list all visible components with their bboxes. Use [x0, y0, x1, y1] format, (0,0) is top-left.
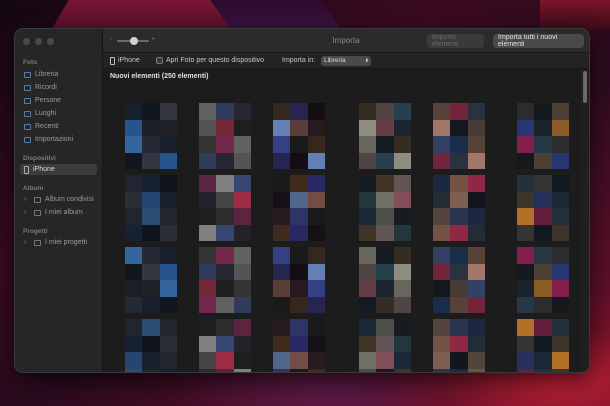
memories-icon — [24, 84, 31, 91]
sidebar-item-luoghi[interactable]: Luoghi — [20, 108, 97, 119]
scrollbar[interactable] — [581, 69, 589, 372]
photo-thumbnail[interactable] — [359, 247, 411, 313]
photo-thumbnail[interactable] — [359, 319, 411, 372]
folder-icon — [34, 196, 41, 203]
close-button[interactable] — [23, 38, 30, 45]
photo-thumbnail[interactable] — [273, 175, 325, 241]
photo-thumbnail[interactable] — [199, 175, 251, 241]
photo-thumbnail[interactable] — [273, 103, 325, 169]
sidebar-item-miei-album[interactable]: › I miei album — [20, 207, 97, 218]
sidebar-item-importazioni[interactable]: Importazioni — [20, 134, 97, 145]
photo-thumbnail[interactable] — [433, 247, 485, 313]
photo-thumbnail[interactable] — [517, 247, 569, 313]
sidebar-section-dispositivi: Dispositivi — [23, 155, 56, 162]
sidebar-item-label: Persone — [35, 97, 62, 104]
sidebar-item-label: Importazioni — [35, 136, 74, 143]
photo-thumbnail[interactable] — [359, 175, 411, 241]
import-content: Nuovi elementi (250 elementi) — [103, 69, 589, 372]
sidebar-item-label: Ricordi — [35, 84, 57, 91]
zoom-out-icon[interactable]: - — [110, 36, 112, 43]
chevron-right-icon[interactable]: › — [24, 209, 30, 216]
people-icon — [24, 97, 31, 104]
sidebar-section-album: Album — [23, 185, 44, 192]
sidebar-item-persone[interactable]: Persone — [20, 95, 97, 106]
thumbnail-grid — [103, 89, 581, 372]
sidebar-item-label: Recenti — [35, 123, 59, 130]
photo-thumbnail[interactable] — [125, 175, 177, 241]
library-icon — [24, 71, 31, 78]
sidebar-section-progetti: Progetti — [23, 228, 48, 235]
minimize-button[interactable] — [35, 38, 42, 45]
folder-icon — [34, 239, 41, 246]
photo-thumbnail[interactable] — [199, 103, 251, 169]
sidebar-item-label: Luoghi — [35, 110, 57, 117]
sidebar-item-libreria[interactable]: Libreria — [20, 69, 97, 80]
toolbar: - + Importa Importa elementi Importa tut… — [103, 29, 589, 53]
zoom-button[interactable] — [47, 38, 54, 45]
recents-icon — [24, 123, 31, 130]
import-in-label: Importa in: — [282, 57, 316, 64]
destination-value: Libreria — [324, 57, 346, 64]
sidebar-item-miei-progetti[interactable]: › I miei progetti — [20, 237, 97, 248]
chevron-updown-icon: ⬍ — [364, 58, 369, 64]
open-photos-label[interactable]: Apri Foto per questo dispositivo — [166, 57, 264, 64]
zoom-slider-knob[interactable] — [130, 37, 138, 45]
sidebar-item-label: I miei progetti — [45, 239, 88, 246]
places-icon — [24, 110, 31, 117]
photo-thumbnail[interactable] — [125, 103, 177, 169]
import-selected-button[interactable]: Importa elementi — [427, 34, 484, 48]
photo-thumbnail[interactable] — [125, 247, 177, 313]
photo-thumbnail[interactable] — [273, 247, 325, 313]
photo-thumbnail[interactable] — [517, 319, 569, 372]
photos-window: Foto Libreria Ricordi Persone Luoghi Rec… — [14, 28, 590, 373]
sidebar-item-iphone[interactable]: iPhone — [20, 164, 97, 175]
chevron-right-icon[interactable]: › — [24, 196, 30, 203]
import-all-button[interactable]: Importa tutti i nuovi elementi — [493, 34, 584, 48]
photo-thumbnail[interactable] — [125, 319, 177, 372]
sidebar-item-album-condivisi[interactable]: › Album condivisi — [20, 194, 97, 205]
scrollbar-thumb[interactable] — [583, 71, 587, 103]
wallpaper-corner — [540, 0, 610, 30]
sidebar-item-label: Libreria — [35, 71, 59, 78]
destination-select[interactable]: Libreria ⬍ — [321, 56, 371, 66]
window-controls — [23, 38, 54, 45]
sidebar-item-label: Album condivisi — [45, 196, 94, 203]
chevron-right-icon[interactable]: › — [24, 239, 30, 246]
wallpaper-stripe-2 — [210, 0, 340, 28]
photo-thumbnail[interactable] — [359, 103, 411, 169]
sidebar-item-recenti[interactable]: Recenti — [20, 121, 97, 132]
photo-thumbnail[interactable] — [517, 103, 569, 169]
imports-icon — [24, 136, 31, 143]
photo-thumbnail[interactable] — [273, 319, 325, 372]
photo-thumbnail[interactable] — [433, 103, 485, 169]
photo-thumbnail[interactable] — [517, 175, 569, 241]
sidebar: Foto Libreria Ricordi Persone Luoghi Rec… — [15, 29, 103, 372]
photo-thumbnail[interactable] — [433, 319, 485, 372]
photo-thumbnail[interactable] — [199, 247, 251, 313]
open-photos-checkbox[interactable] — [156, 57, 163, 64]
photo-thumbnail[interactable] — [199, 319, 251, 372]
photo-thumbnail[interactable] — [433, 175, 485, 241]
iphone-icon — [24, 165, 29, 174]
sidebar-item-ricordi[interactable]: Ricordi — [20, 82, 97, 93]
iphone-icon — [110, 57, 115, 65]
zoom-in-icon[interactable]: + — [151, 36, 155, 43]
folder-icon — [34, 209, 41, 216]
new-items-heading: Nuovi elementi (250 elementi) — [110, 73, 209, 80]
import-options-bar: iPhone Apri Foto per questo dispositivo … — [103, 53, 589, 69]
sidebar-section-foto: Foto — [23, 59, 38, 66]
device-name: iPhone — [118, 57, 140, 64]
sidebar-item-label: iPhone — [33, 166, 55, 173]
sidebar-item-label: I miei album — [45, 209, 83, 216]
